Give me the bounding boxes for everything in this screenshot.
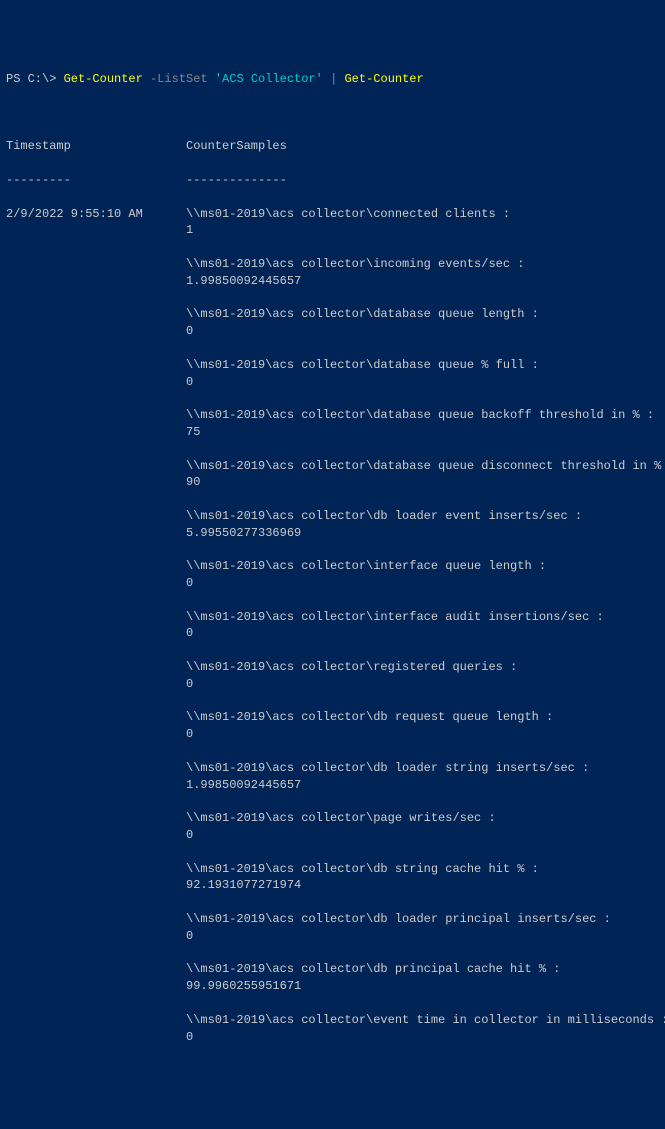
counter-value: 92.1931077271974 [186,877,665,894]
counter-path: \\ms01-2019\acs collector\database queue… [186,407,665,424]
timestamp-value: 2/9/2022 9:55:10 AM [6,206,186,1046]
counter-value: 0 [186,374,665,391]
counter-path: \\ms01-2019\acs collector\db request que… [186,709,665,726]
pipe: | [323,72,345,86]
counter-value: 0 [186,827,665,844]
counter-value: 0 [186,323,665,340]
divider-samples: -------------- [186,172,659,189]
counter-path: \\ms01-2019\acs collector\db principal c… [186,961,665,978]
counter-value: 1.99850092445657 [186,777,665,794]
counter-path: \\ms01-2019\acs collector\database queue… [186,458,665,475]
counter-path: \\ms01-2019\acs collector\connected clie… [186,206,665,223]
counter-path: \\ms01-2019\acs collector\incoming event… [186,256,665,273]
counter-path: \\ms01-2019\acs collector\interface queu… [186,558,665,575]
counter-value: 75 [186,424,665,441]
counter-value: 99.9960255951671 [186,978,665,995]
header-row: TimestampCounterSamples [6,138,659,155]
counter-value: 1.99850092445657 [186,273,665,290]
counter-path: \\ms01-2019\acs collector\db loader prin… [186,911,665,928]
blank-line [6,105,659,122]
command-line: PS C:\> Get-Counter -ListSet 'ACS Collec… [6,71,659,88]
divider-row: ----------------------- [6,172,659,189]
counter-path: \\ms01-2019\acs collector\db string cach… [186,861,665,878]
counter-path: \\ms01-2019\acs collector\interface audi… [186,609,665,626]
counter-path: \\ms01-2019\acs collector\page writes/se… [186,810,665,827]
counter-value: 0 [186,676,665,693]
header-timestamp: Timestamp [6,138,186,155]
counter-path: \\ms01-2019\acs collector\event time in … [186,1012,665,1029]
param-listset: -ListSet [143,72,215,86]
counter-path: \\ms01-2019\acs collector\db loader even… [186,508,665,525]
counter-value: 0 [186,928,665,945]
counter-value: 0 [186,1029,665,1046]
counter-path: \\ms01-2019\acs collector\database queue… [186,357,665,374]
counter-value: 0 [186,575,665,592]
counter-path: \\ms01-2019\acs collector\registered que… [186,659,665,676]
header-countersamples: CounterSamples [186,138,659,155]
counter-path: \\ms01-2019\acs collector\db loader stri… [186,760,665,777]
counter-value: 0 [186,726,665,743]
counter-value: 0 [186,625,665,642]
cmdlet-get-counter-2: Get-Counter [344,72,423,86]
cmdlet-get-counter-1: Get-Counter [64,72,143,86]
counter-path: \\ms01-2019\acs collector\database queue… [186,306,665,323]
counter-value: 90 [186,474,665,491]
counter-value: 5.99550277336969 [186,525,665,542]
samples-container: \\ms01-2019\acs collector\connected clie… [186,206,665,1046]
arg-acs-collector: 'ACS Collector' [215,72,323,86]
prompt: PS C:\> [6,72,64,86]
divider-timestamp: --------- [6,172,186,189]
counter-value: 1 [186,222,665,239]
data-row: 2/9/2022 9:55:10 AM\\ms01-2019\acs colle… [6,206,659,1046]
